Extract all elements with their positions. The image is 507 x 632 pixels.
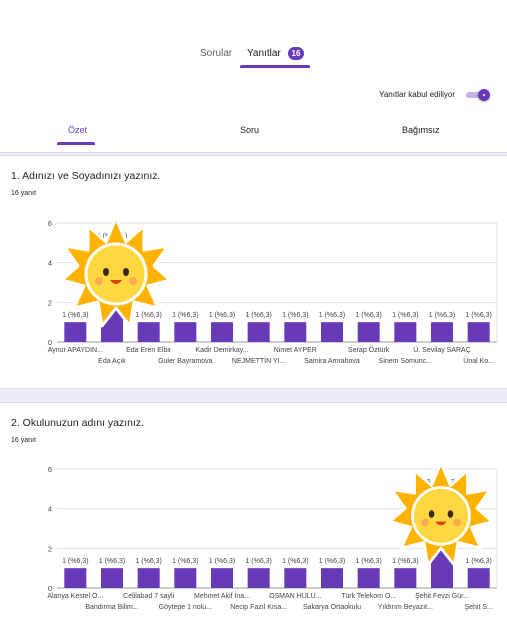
bar [321,322,343,342]
x-tick-label: OSMAN HULU... [269,593,322,600]
data-label: 1 (%6,3) [135,558,161,565]
bar [174,322,197,342]
bar [101,568,123,588]
bar [321,568,343,588]
y-tick-label: 6 [48,465,52,474]
summary-header-card: Yanıtlar kabul ediliyor Özet Soru Bağıms… [0,68,507,153]
x-tick-label: Şehit Fevzi Gür... [415,593,469,600]
bar [284,322,307,342]
x-tick-label: Guler Bayramova [158,358,213,365]
x-tick-label: Celilabad 7 sayli [123,593,174,600]
y-tick-label: 0 [48,584,52,593]
bar [467,322,490,342]
accepting-responses-label: Yanıtlar kabul ediliyor [379,90,455,99]
main-tabs: Sorular Yanıtlar 16 [0,44,507,68]
toggle-knob [478,89,490,101]
subtab-active-indicator [57,142,95,145]
data-label: 1 (%6,3) [172,558,198,565]
bar [284,568,307,588]
x-tick-label: Mehmet Akif İna... [194,591,250,600]
subtab-soru[interactable]: Soru [240,125,259,135]
data-label: 1 (%6,3) [429,312,455,319]
accepting-responses-toggle[interactable] [466,89,490,101]
data-label: 1 (%6,3) [172,312,198,319]
y-tick-label: 4 [48,259,52,268]
data-label: 1 (%6,3) [245,558,271,565]
bar [211,568,233,588]
x-tick-label: Türk Telekom O... [341,593,396,600]
data-label: 1 (%6,3) [355,312,381,319]
y-tick-label: 2 [48,544,52,553]
x-tick-label: Alanya Kestel O... [47,593,103,600]
data-label: 1 (%6,3) [355,558,381,565]
data-label: 1 (%6,3) [282,558,308,565]
x-tick-label: Necip Fazıl Kısa... [230,604,287,611]
x-tick-label: Sinem Somunc... [379,358,432,365]
y-tick-label: 4 [48,505,52,514]
question-card-2: 2. Okulunuzun adını yazınız. 16 yanıt 02… [0,402,507,632]
sun-sticker-icon [60,216,172,328]
tab-yanitlar[interactable]: Yanıtlar [247,48,281,59]
data-label: 1 (%6,3) [319,558,345,565]
x-tick-label: Eda Eren Elbir [126,347,172,354]
x-tick-label: Ü. Sevilay SARAÇ [413,346,471,354]
subtab-ozet[interactable]: Özet [68,125,87,135]
data-label: 1 (%6,3) [282,312,308,319]
data-label: 1 (%6,3) [392,312,418,319]
x-tick-label: Aynur APAYDIN... [48,347,103,354]
bar [211,322,233,342]
bar [247,322,270,342]
x-tick-label: Samira Amrahova [304,358,360,365]
bar [247,568,270,588]
data-label: 1 (%6,3) [62,558,88,565]
responses-count-badge: 16 [288,47,304,60]
bar [357,322,380,342]
data-label: 1 (%6,3) [209,558,235,565]
bar [431,322,453,342]
data-label: 1 (%6,3) [99,558,125,565]
bar [64,568,87,588]
bar [394,322,417,342]
bar [394,568,417,588]
y-tick-label: 0 [48,338,52,347]
bar [467,568,490,588]
data-label: 1 (%6,3) [245,312,271,319]
x-tick-label: Nimet AYPER [274,347,317,354]
bar [137,568,160,588]
sun-sticker-icon [388,461,494,567]
y-tick-label: 6 [48,219,52,228]
x-tick-label: NEJMETTİN YI... [232,356,286,365]
top-bar: Sorular Yanıtlar 16 [0,0,507,69]
x-tick-label: Bandırma Bilim... [85,604,138,611]
x-tick-label: Göytepe 1 nolu... [159,604,212,611]
x-tick-label: Sakarya Ortaokulu [303,604,361,611]
subtab-bagimsiz[interactable]: Bağımsız [402,125,440,135]
tab-sorular[interactable]: Sorular [200,48,232,59]
x-tick-label: Kadir Demirkay... [195,347,248,354]
x-tick-label: Serap Öztürk [348,346,390,354]
question-card-1: 1. Adınızı ve Soyadınızı yazınız. 16 yan… [0,155,507,389]
y-tick-label: 2 [48,298,52,307]
bar [174,568,197,588]
x-tick-label: Şehit S... [464,604,492,611]
x-tick-label: Ünal Ko... [463,357,494,365]
bar [357,568,380,588]
x-tick-label: Yıldırım Beyazıt... [378,604,433,611]
x-tick-label: Eda Açık [98,358,126,365]
data-label: 1 (%6,3) [319,312,345,319]
data-label: 1 (%6,3) [209,312,235,319]
data-label: 1 (%6,3) [465,312,491,319]
